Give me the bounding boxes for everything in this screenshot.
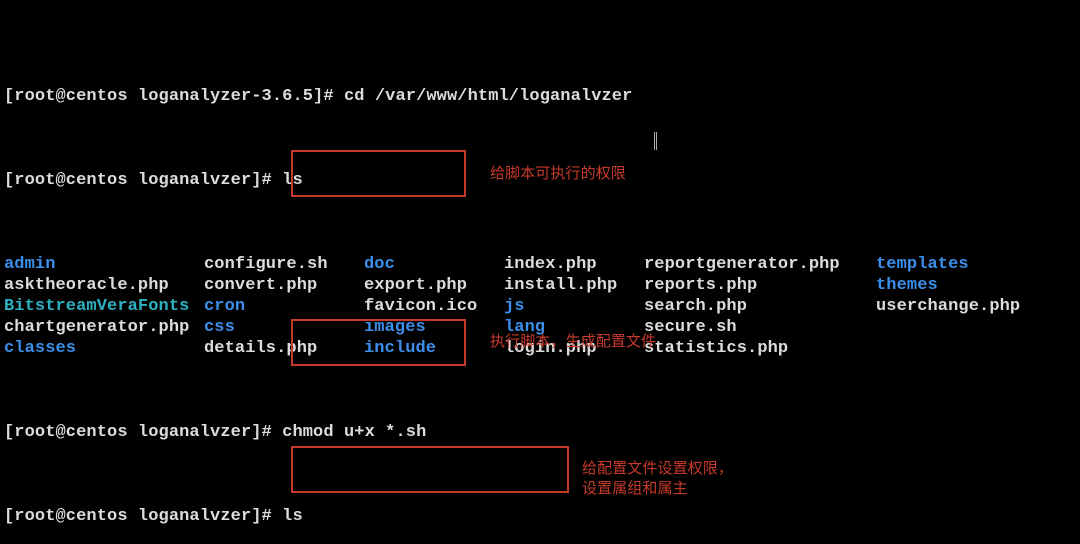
prompt: [root@centos loganalyzer-3.6.5]# [4, 86, 344, 107]
file-entry: install.php [504, 275, 644, 296]
listing-row: adminconfigure.shdocindex.phpreportgener… [4, 254, 1076, 275]
prompt-line: [root@centos loganalyzer-3.6.5]# cd /var… [4, 86, 1076, 107]
file-entry: convert.php [204, 275, 364, 296]
file-entry: userchange.php [876, 296, 1020, 317]
cmd-ls: ls [282, 506, 303, 527]
file-entry: css [204, 317, 364, 338]
file-entry: configure.sh [204, 254, 364, 275]
prompt: [root@centos loganalvzer]# [4, 422, 282, 443]
annotation-set-perms-2: 设置属组和属主 [582, 478, 688, 499]
annotation-set-perms-1: 给配置文件设置权限， [582, 458, 733, 479]
file-entry: reportgenerator.php [644, 254, 876, 275]
file-entry: images [364, 317, 504, 338]
terminal[interactable]: [root@centos loganalyzer-3.6.5]# cd /var… [0, 0, 1080, 544]
annotation-run-scripts: 执行脚本，生成配置文件 [490, 331, 656, 352]
prompt: [root@centos loganalvzer]# [4, 170, 282, 191]
listing-row: BitstreamVeraFontscronfavicon.icojssearc… [4, 296, 1076, 317]
file-entry: themes [876, 275, 938, 296]
file-entry: reports.php [644, 275, 876, 296]
file-entry: admin [4, 254, 204, 275]
file-entry: include [364, 338, 504, 359]
file-entry: export.php [364, 275, 504, 296]
listing-row: asktheoracle.phpconvert.phpexport.phpins… [4, 275, 1076, 296]
file-entry: cron [204, 296, 364, 317]
cmd-ls: ls [282, 170, 303, 191]
prompt-line: [root@centos loganalvzer]# ls [4, 506, 1076, 527]
file-entry: asktheoracle.php [4, 275, 204, 296]
file-entry: secure.sh [644, 317, 876, 338]
file-entry: chartgenerator.php [4, 317, 204, 338]
text-caret-icon [654, 132, 657, 150]
file-entry: doc [364, 254, 504, 275]
highlight-box-perms [291, 446, 569, 493]
annotation-exec-perm: 给脚本可执行的权限 [490, 163, 626, 184]
cmd-chmod-x: chmod u+x *.sh [282, 422, 426, 443]
file-entry: details.php [204, 338, 364, 359]
file-entry: search.php [644, 296, 876, 317]
prompt-line: [root@centos loganalvzer]# chmod u+x *.s… [4, 422, 1076, 443]
file-entry: BitstreamVeraFonts [4, 296, 204, 317]
file-entry: index.php [504, 254, 644, 275]
cmd-cd: cd /var/www/html/loganalvzer [344, 86, 632, 107]
file-entry: classes [4, 338, 204, 359]
file-entry: statistics.php [644, 338, 876, 359]
prompt: [root@centos loganalvzer]# [4, 506, 282, 527]
file-entry: js [504, 296, 644, 317]
file-entry: templates [876, 254, 969, 275]
file-entry: favicon.ico [364, 296, 504, 317]
